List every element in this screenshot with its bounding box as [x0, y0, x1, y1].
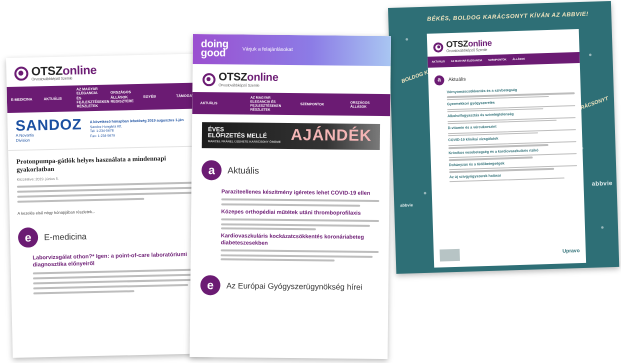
otsz-logo-icon	[14, 66, 29, 82]
list-item[interactable]: Közepes orthopédiai műtétek utáni thromb…	[191, 206, 389, 232]
section-title: Aktuális	[227, 165, 260, 176]
article-headline[interactable]: Protonpumpa-gátlók helyes használata a m…	[16, 154, 198, 174]
section-title: E-medicina	[43, 230, 87, 242]
logo-text: OTSZonline Orvostovábbképző Szemle	[218, 71, 279, 88]
sandoz-logo: SANDOZ A Novartis Division	[15, 116, 83, 143]
abbvie-logo-small: abbvie	[400, 202, 413, 208]
promo-headline: AJÁNDÉK	[290, 126, 372, 145]
nav-item[interactable]: AZ MAGYAR ELEGANCIA ÉS FEJLESZTÉSEKEN RÉ…	[76, 87, 109, 109]
promo-banner[interactable]: ÉVES ELŐFIZETÉS MELLÉ MARCEL FRÁNEL ÜZEN…	[201, 121, 381, 150]
logo-text: OTSZonline Orvostovábbképző Szemle	[31, 62, 97, 82]
nav-item[interactable]: E-MEDICINA	[11, 97, 36, 102]
nav-item[interactable]: EGYÉB	[143, 94, 168, 99]
otsz-logo[interactable]: OTSZonline Orvostovábbképző Szemle	[14, 62, 196, 83]
promo-text: ÉVES ELŐFIZETÉS MELLÉ MARCEL FRÁNEL ÜZEN…	[207, 127, 281, 144]
footer-brand[interactable]: Upravo	[562, 248, 579, 255]
nav-item[interactable]: ORSZÁGOS ÁLLÁSOK REGISZTERE	[110, 90, 135, 104]
nav-item[interactable]: AKTUÁLIS	[200, 101, 232, 105]
abbvie-logo: abbvie	[591, 181, 613, 188]
nav-item[interactable]: AKTUÁLIS	[432, 61, 445, 64]
section-e-medicina: e E-medicina	[10, 211, 209, 253]
newsletter-middle: doing good Várjuk a felajánlásokat OTSZo…	[189, 34, 391, 360]
nav-item[interactable]: SZEMPONTOK	[488, 59, 506, 63]
list-item[interactable]: Paraziteellenes készítmény igéretes lehe…	[191, 186, 389, 208]
footer: Upravo	[439, 245, 580, 262]
nav-item[interactable]: AKTUÁLIS	[44, 96, 69, 101]
list-item[interactable]: Kardiovaszkuláris kockázatcsökkentés kor…	[191, 230, 389, 263]
featured-article: Protonpumpa-gátlók helyes használata a m…	[8, 146, 207, 215]
section-aktualis: a Aktuális	[191, 148, 389, 188]
newsletter-right: BÉKÉS, BOLDOG KARÁCSONYT KÍVÁN AZ ABBVIE…	[388, 0, 620, 274]
nav-item[interactable]: AZ MAGYAR ELEGANCIA	[451, 59, 483, 63]
doing-good-logo: doing good	[200, 38, 229, 60]
otsz-logo-icon	[433, 41, 444, 53]
ema-icon: e	[200, 275, 221, 296]
section-title: Az Európai Gyógyszerügynökség hírei	[226, 281, 363, 292]
footer-image	[439, 248, 460, 262]
aktualis-icon: a	[201, 159, 222, 181]
doing-good-banner[interactable]: doing good Várjuk a felajánlásokat	[192, 34, 391, 67]
collage: OTSZonline Orvostovábbképző Szemle E-MEDI…	[0, 0, 621, 363]
article-date: Közzétéve: 2019. június 5.	[16, 176, 59, 182]
banner-message: Várjuk a felajánlásokat	[242, 46, 293, 54]
nav-bar: AKTUÁLIS AZ MAGYAR ELEGANCIA ÉS FEJLESZT…	[192, 91, 391, 116]
header: OTSZonline Orvostovábbképző Szemle	[6, 54, 205, 87]
section-ema: e Az Európai Gyógyszerügynökség hírei	[190, 261, 388, 303]
nav-item[interactable]: ORSZÁGOS ÁLLÁSOK	[350, 100, 382, 108]
section-title: Aktuális	[448, 76, 466, 84]
nav-item[interactable]: ÁLLÁSOK	[513, 58, 526, 61]
sandoz-ad[interactable]: SANDOZ A Novartis Division A következő h…	[7, 108, 207, 151]
list-item[interactable]: Laborvizsgálat othon?* Igen: a point-of-…	[10, 249, 209, 295]
otsz-logo-icon	[202, 73, 216, 87]
logo-text: OTSZonline Orvostovábbképző Szemle	[446, 37, 493, 53]
ad-contact: A következő hónapban lehetőség 2019 augu…	[89, 118, 184, 138]
newsletter-left: OTSZonline Orvostovábbképző Szemle E-MEDI…	[6, 53, 211, 358]
nav-item[interactable]: SZEMPONTOK	[300, 102, 332, 106]
aktualis-icon: a	[434, 75, 445, 86]
otsz-logo[interactable]: OTSZonline Orvostovábbképző Szemle	[433, 36, 573, 54]
header: OTSZonline Orvostovábbképző Szemle	[192, 64, 390, 94]
e-medicina-icon: e	[17, 226, 39, 248]
nav-item[interactable]: AZ MAGYAR ELEGANCIA ÉS FEJLESZTÉSEKEN RÉ…	[250, 95, 282, 112]
otsz-logo[interactable]: OTSZonline Orvostovábbképző Szemle	[202, 71, 382, 90]
newsletter-body: OTSZonline Orvostovábbképző Szemle AKTUÁL…	[426, 29, 587, 268]
